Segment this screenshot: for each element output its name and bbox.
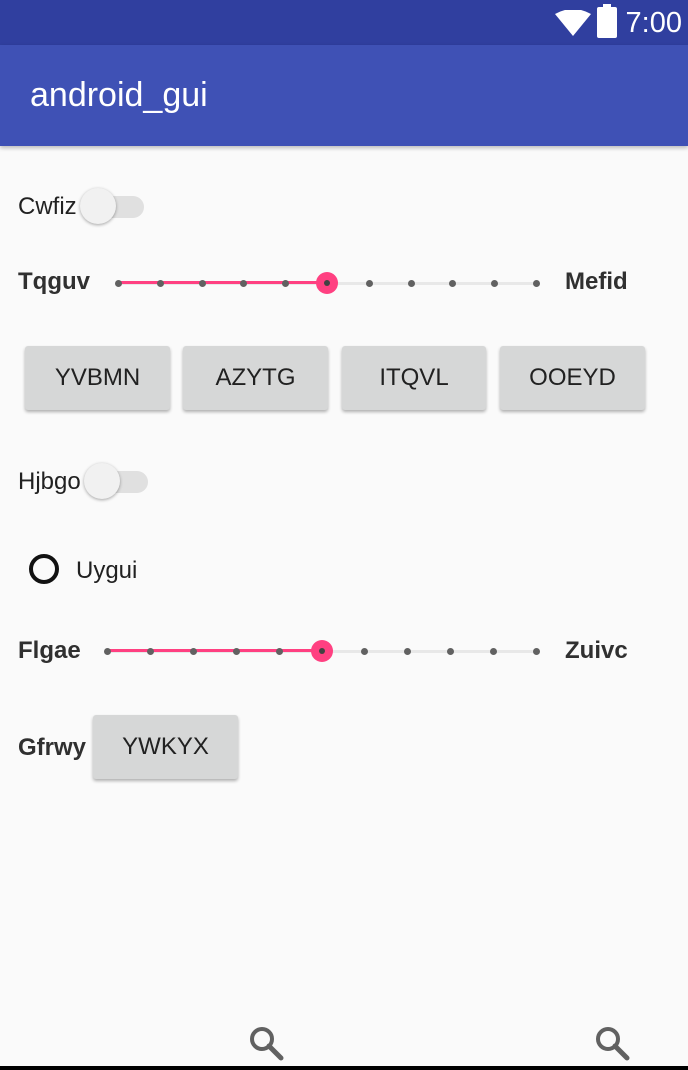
slider-tick (365, 280, 373, 287)
slider-tick (533, 648, 540, 655)
slider-tqguv-right-label: Mefid (565, 268, 628, 295)
slider-thumb[interactable] (310, 640, 333, 662)
slider-tick (146, 648, 154, 655)
slider-tick (189, 648, 197, 655)
search-icon[interactable] (594, 1025, 630, 1061)
wifi-icon (555, 10, 591, 36)
status-time: 7:00 (625, 7, 682, 39)
slider-tqguv[interactable] (115, 268, 540, 298)
switch-thumb (84, 463, 120, 499)
battery-icon (597, 4, 617, 38)
button-azytg[interactable]: AZYTG (183, 346, 328, 410)
slider-tick (491, 280, 499, 287)
slider-tick (407, 280, 415, 287)
slider-flgae[interactable] (104, 636, 540, 666)
search-icon[interactable] (248, 1025, 284, 1061)
slider-tick (404, 648, 412, 655)
radio-uygui[interactable] (29, 554, 59, 584)
slider-tick (198, 280, 206, 287)
status-bar: 7:00 (0, 0, 688, 45)
switch-cwfiz-label: Cwfiz (18, 193, 77, 220)
switch-hjbgo[interactable] (84, 461, 154, 501)
slider-tick (361, 648, 369, 655)
gfrwy-label: Gfrwy (18, 734, 87, 761)
slider-tick (275, 648, 283, 655)
radio-uygui-label: Uygui (76, 557, 138, 584)
slider-flgae-right-label: Zuivc (565, 637, 628, 664)
slider-fill (118, 281, 327, 284)
switch-thumb (80, 188, 116, 224)
slider-tick (104, 648, 111, 655)
slider-tick (449, 280, 457, 287)
app-bar: android_gui (0, 45, 688, 146)
slider-tick (282, 280, 290, 287)
slider-tqguv-left-label: Tqguv (18, 268, 90, 295)
slider-flgae-left-label: Flgae (18, 637, 81, 664)
switch-hjbgo-label: Hjbgo (18, 468, 81, 495)
slider-tick (115, 280, 122, 287)
bottom-edge (0, 1066, 688, 1070)
switch-cwfiz[interactable] (80, 186, 150, 226)
button-yvbmn[interactable]: YVBMN (25, 346, 170, 410)
slider-tick (232, 648, 240, 655)
button-ywkyx[interactable]: YWKYX (93, 715, 238, 779)
slider-tick (240, 280, 248, 287)
app-title: android_gui (30, 76, 208, 114)
button-ooeyd[interactable]: OOEYD (500, 346, 645, 410)
slider-tick (533, 280, 540, 287)
slider-thumb[interactable] (316, 272, 338, 294)
slider-fill (107, 649, 322, 652)
slider-tick (490, 648, 498, 655)
button-itqvl[interactable]: ITQVL (342, 346, 486, 410)
slider-tick (156, 280, 164, 287)
slider-tick (447, 648, 455, 655)
